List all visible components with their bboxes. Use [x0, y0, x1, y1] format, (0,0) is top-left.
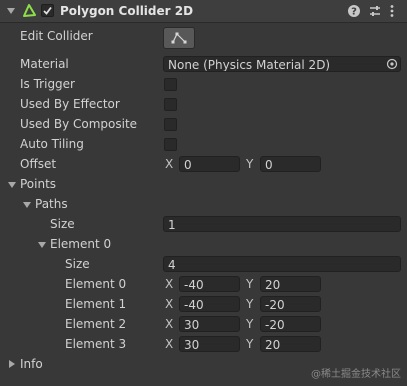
point-x-label[interactable]: X: [165, 296, 173, 312]
inspector-panel: Polygon Collider 2D ? Edit Collider Mate…: [0, 0, 407, 386]
points-foldout-icon[interactable]: [8, 182, 16, 188]
enable-checkbox[interactable]: [41, 4, 54, 17]
point-y-input[interactable]: -20: [260, 296, 321, 312]
edit-collider-button[interactable]: [163, 27, 195, 49]
object-picker-icon[interactable]: [386, 58, 398, 70]
is-trigger-label: Is Trigger: [20, 77, 75, 91]
element0-size-label: Size: [65, 257, 90, 271]
point-x-label[interactable]: X: [165, 276, 173, 292]
point-y-label[interactable]: Y: [246, 316, 253, 332]
points-label[interactable]: Points: [20, 176, 56, 192]
point-row-label: Element 0: [65, 277, 127, 291]
checkmark-icon: [43, 6, 52, 15]
info-label[interactable]: Info: [20, 356, 43, 372]
edit-collider-label: Edit Collider: [20, 29, 93, 43]
material-value: None (Physics Material 2D): [168, 58, 331, 72]
used-by-effector-checkbox[interactable]: [164, 98, 177, 111]
auto-tiling-label: Auto Tiling: [20, 137, 84, 151]
info-foldout-icon[interactable]: [9, 360, 15, 368]
element0-label[interactable]: Element 0: [50, 236, 111, 252]
material-field[interactable]: None (Physics Material 2D): [163, 56, 401, 72]
offset-x-label[interactable]: X: [165, 156, 173, 172]
point-row-label: Element 1: [65, 297, 127, 311]
polygon-collider-icon: [23, 4, 36, 17]
help-icon[interactable]: ?: [347, 4, 361, 18]
edit-shape-icon: [171, 32, 187, 44]
offset-y-label[interactable]: Y: [246, 156, 253, 172]
point-x-input[interactable]: 30: [179, 316, 240, 332]
material-label: Material: [20, 57, 69, 71]
offset-label: Offset: [20, 157, 57, 171]
used-by-effector-label: Used By Effector: [20, 97, 120, 111]
point-row-label: Element 3: [65, 337, 127, 351]
presets-icon[interactable]: [368, 4, 382, 18]
element0-size-input[interactable]: 4: [163, 256, 401, 272]
point-y-input[interactable]: 20: [260, 276, 321, 292]
element0-foldout-icon[interactable]: [38, 242, 46, 248]
offset-x-input[interactable]: 0: [179, 156, 240, 172]
point-x-input[interactable]: -40: [179, 296, 240, 312]
point-x-label[interactable]: X: [165, 336, 173, 352]
point-x-label[interactable]: X: [165, 316, 173, 332]
point-y-label[interactable]: Y: [246, 296, 253, 312]
point-y-input[interactable]: 20: [260, 336, 321, 352]
point-x-input[interactable]: 30: [179, 336, 240, 352]
used-by-composite-checkbox[interactable]: [164, 118, 177, 131]
point-y-input[interactable]: -20: [260, 316, 321, 332]
svg-text:?: ?: [351, 7, 357, 18]
more-icon[interactable]: [389, 4, 395, 18]
auto-tiling-checkbox[interactable]: [164, 138, 177, 151]
paths-size-input[interactable]: 1: [163, 216, 401, 232]
component-title: Polygon Collider 2D: [60, 4, 194, 18]
watermark: @稀土掘金技术社区: [311, 369, 401, 380]
paths-foldout-icon[interactable]: [23, 202, 31, 208]
component-header[interactable]: Polygon Collider 2D ?: [0, 0, 407, 23]
offset-y-input[interactable]: 0: [260, 156, 321, 172]
point-y-label[interactable]: Y: [246, 336, 253, 352]
paths-label[interactable]: Paths: [35, 196, 68, 212]
point-row-label: Element 2: [65, 317, 127, 331]
is-trigger-checkbox[interactable]: [164, 78, 177, 91]
paths-size-label: Size: [50, 217, 75, 231]
foldout-arrow-icon[interactable]: [7, 8, 15, 14]
used-by-composite-label: Used By Composite: [20, 117, 138, 131]
point-x-input[interactable]: -40: [179, 276, 240, 292]
point-y-label[interactable]: Y: [246, 276, 253, 292]
